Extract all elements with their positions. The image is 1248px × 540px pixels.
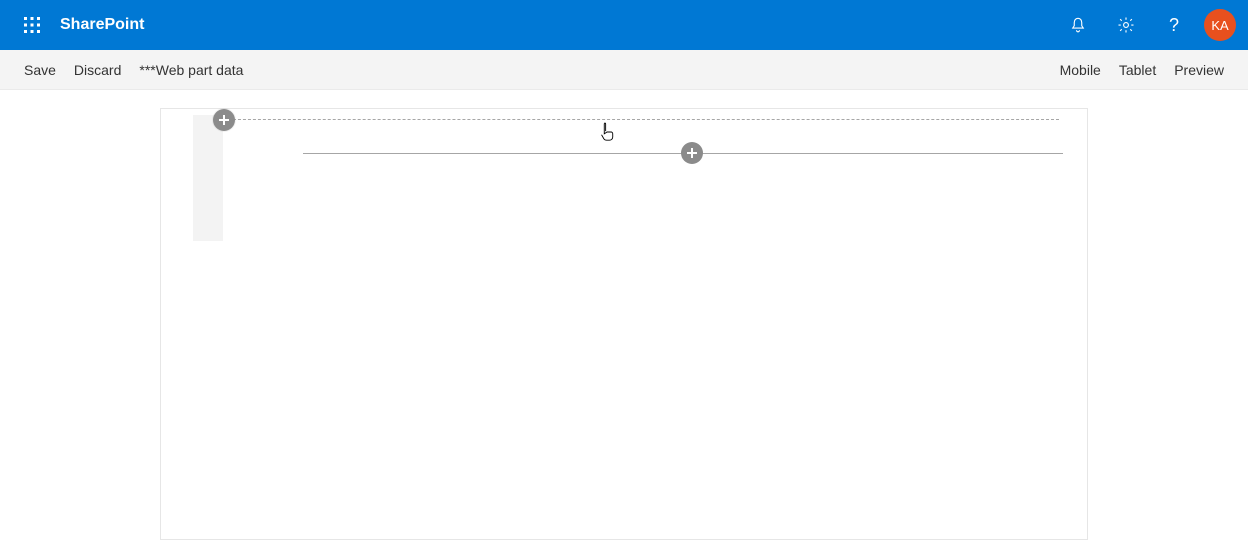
command-bar-right: Mobile Tablet Preview: [1060, 62, 1224, 78]
gear-icon: [1117, 16, 1135, 34]
preview-button[interactable]: Preview: [1174, 62, 1224, 78]
canvas-container: [0, 90, 1248, 540]
user-avatar[interactable]: KA: [1204, 9, 1236, 41]
tablet-view-button[interactable]: Tablet: [1119, 62, 1156, 78]
save-button[interactable]: Save: [24, 62, 56, 78]
bell-icon: [1069, 16, 1087, 34]
add-section-button[interactable]: [213, 109, 235, 131]
notifications-button[interactable]: [1054, 1, 1102, 49]
section-handle[interactable]: [193, 115, 223, 241]
section[interactable]: [193, 115, 1059, 245]
plus-icon: [686, 147, 698, 159]
suite-bar: SharePoint ? KA: [0, 0, 1248, 50]
brand-title[interactable]: SharePoint: [60, 16, 144, 34]
help-icon: ?: [1169, 15, 1179, 36]
command-bar: Save Discard ***Web part data Mobile Tab…: [0, 50, 1248, 90]
avatar-initials: KA: [1211, 18, 1228, 33]
add-webpart-button[interactable]: [681, 142, 703, 164]
waffle-icon: [24, 17, 40, 33]
page-canvas[interactable]: [160, 108, 1088, 540]
settings-button[interactable]: [1102, 1, 1150, 49]
section-top-border: [223, 119, 1059, 120]
app-launcher-button[interactable]: [8, 1, 56, 49]
webpart-data-button[interactable]: ***Web part data: [139, 62, 243, 78]
discard-button[interactable]: Discard: [74, 62, 121, 78]
mobile-view-button[interactable]: Mobile: [1060, 62, 1101, 78]
plus-icon: [218, 114, 230, 126]
webpart-insertion-zone[interactable]: [303, 153, 1063, 154]
help-button[interactable]: ?: [1150, 1, 1198, 49]
command-bar-left: Save Discard ***Web part data: [24, 62, 243, 78]
